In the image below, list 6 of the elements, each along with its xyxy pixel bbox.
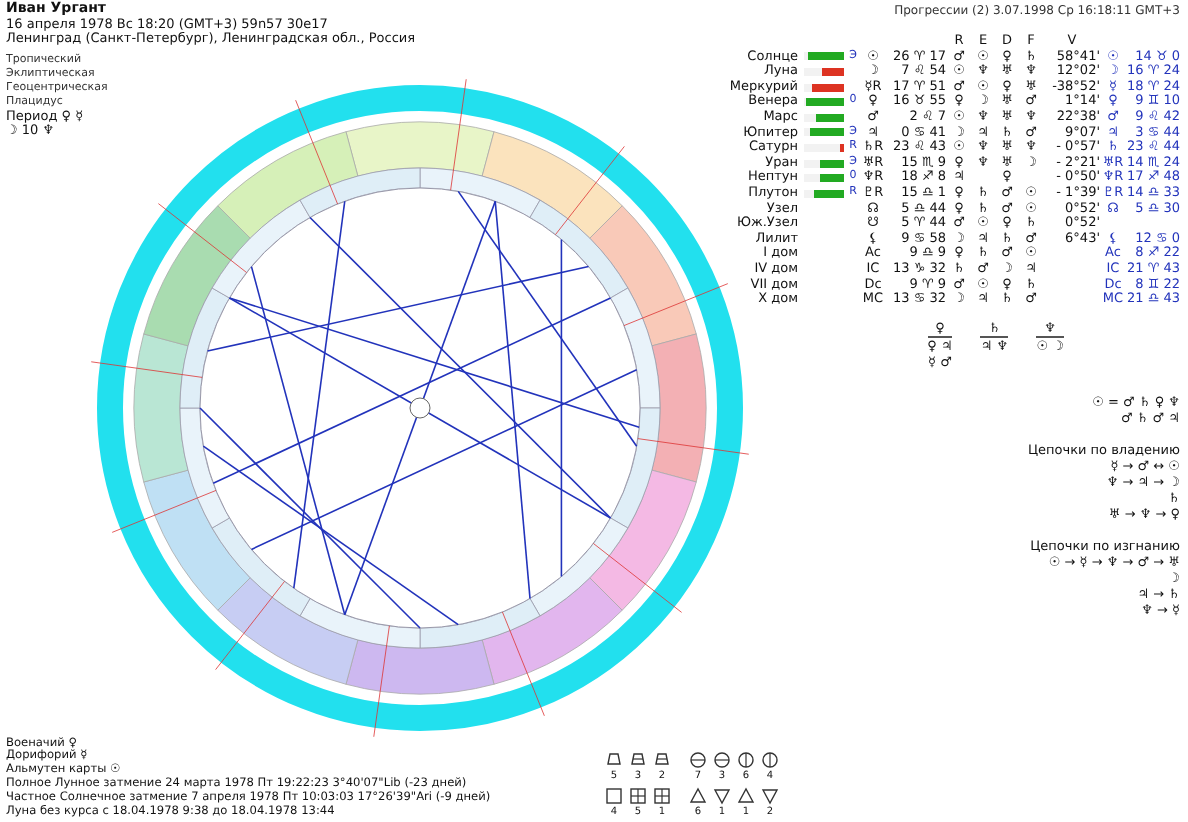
trapezoid-icon [604,750,624,770]
square-icon [628,786,648,806]
trapezoid-icon [628,750,648,770]
trapezoid-icon [652,750,672,770]
square-icon [652,786,672,806]
square-icon [604,786,624,806]
